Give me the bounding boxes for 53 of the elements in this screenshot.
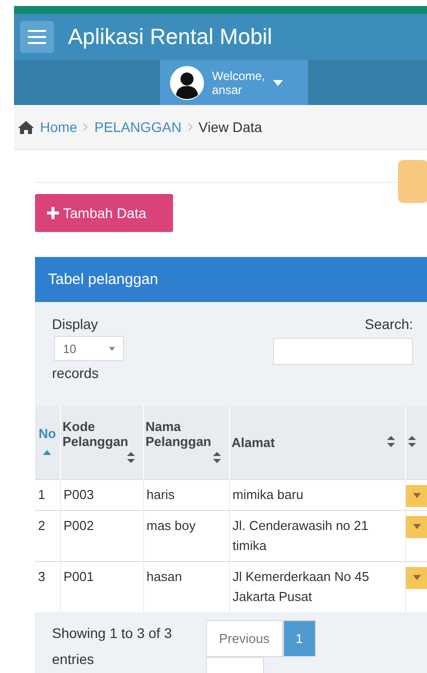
table-cell: 2 [35,510,60,561]
display-label: Display [52,316,99,332]
table-cell: Jl Kemerderkaan No 45 Jakarta Pusat [229,561,405,612]
chevron-icon [188,123,192,131]
sort-icon [386,436,394,447]
add-data-button[interactable]: Tambah Data [35,194,173,232]
caret-icon [412,524,420,529]
user-menu-button[interactable]: Welcome, ansar [160,60,308,105]
plus-icon [47,207,59,219]
action-dropdown-button[interactable] [406,516,427,538]
search-label: Search: [364,316,413,332]
box-title: Tabel pelanggan [35,257,427,302]
table-cell: P002 [60,510,143,561]
table-cell: Jl. Cenderawasih no 21 timika [229,510,405,561]
table-cell: mas boy [143,510,229,561]
table-cell: P003 [60,479,143,510]
sort-icon [126,452,134,463]
table-cell: hasan [143,561,229,612]
caret-icon [412,493,420,498]
column-header[interactable]: No [35,406,60,479]
records-label: records [52,365,100,381]
table-cell: P001 [60,561,143,612]
table-cell: 3 [35,561,60,612]
app-title: Aplikasi Rental Mobil [68,24,272,50]
table-cell: mimika baru [229,479,405,510]
welcome-text: Welcome, [212,68,266,82]
column-header[interactable]: Nama Pelanggan [143,406,229,479]
table-cell: 1 [35,479,60,510]
page-button[interactable]: 1 [282,620,316,656]
table-cell: haris [143,479,229,510]
home-icon [18,120,34,134]
sort-ascending-icon [43,450,52,456]
breadcrumb-link[interactable]: PELANGGAN [94,119,182,135]
action-dropdown-button[interactable] [406,484,427,506]
menu-button[interactable] [20,21,54,53]
action-dropdown-button[interactable] [406,566,427,588]
sort-icon [212,452,220,463]
breadcrumb-current: View Data [198,119,262,135]
table-info: Showing 1 to 3 of 3 entries [52,624,173,668]
user-name: ansar [212,82,244,96]
column-header[interactable]: Kode Pelanggan [60,406,143,479]
avatar-icon [170,66,204,100]
page-size-select[interactable]: 10 [54,336,124,361]
caret-icon [109,346,115,350]
menu-icon [28,30,46,44]
breadcrumb-link[interactable]: Home [40,119,78,135]
caret-icon [412,575,420,580]
sort-icon [408,436,416,447]
search-field[interactable] [273,338,413,365]
previous-button[interactable]: Previous [206,620,283,656]
caret-icon [273,80,284,86]
column-header[interactable]: Alamat [229,406,405,479]
chevron-icon [83,123,88,131]
